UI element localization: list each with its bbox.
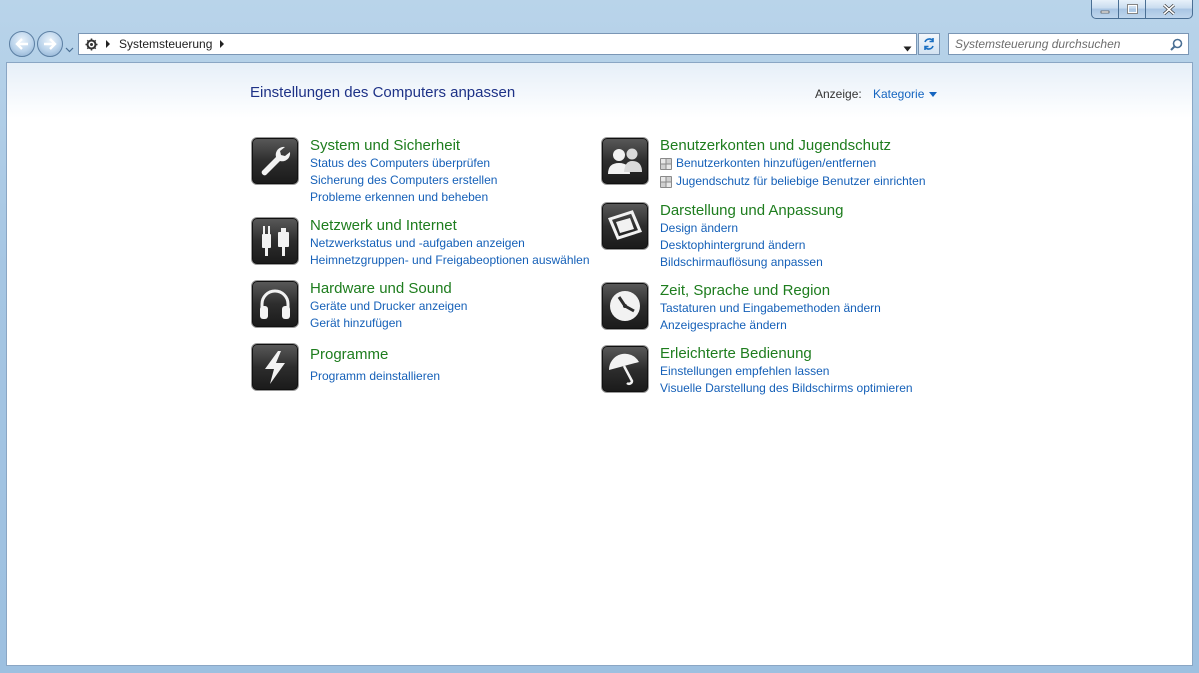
category-link[interactable]: Jugendschutz für beliebige Benutzer einr… [676, 174, 926, 188]
category-title[interactable]: Programme [310, 346, 388, 363]
close-icon [1163, 3, 1175, 15]
category-icon[interactable] [251, 217, 299, 265]
category-link[interactable]: Sicherung des Computers erstellen [310, 173, 497, 187]
category-title[interactable]: Zeit, Sprache und Region [660, 282, 830, 299]
category-link[interactable]: Benutzerkonten hinzufügen/entfernen [676, 156, 876, 170]
category-link[interactable]: Netzwerkstatus und -aufgaben anzeigen [310, 236, 525, 250]
category-title[interactable]: System und Sicherheit [310, 137, 460, 154]
control-panel-icon [84, 37, 98, 51]
category-icon[interactable] [601, 282, 649, 330]
content-pane: Einstellungen des Computers anpassen Anz… [6, 62, 1193, 666]
minimize-icon [1100, 10, 1110, 14]
network-plug-icon [262, 226, 289, 256]
minimize-button[interactable] [1091, 0, 1119, 19]
users-icon [608, 148, 642, 174]
category-title[interactable]: Hardware und Sound [310, 280, 452, 297]
refresh-button[interactable] [918, 33, 940, 55]
umbrella-icon [608, 353, 639, 385]
maximize-button[interactable] [1119, 0, 1146, 19]
address-bar[interactable]: Systemsteuerung [78, 33, 917, 55]
category-link[interactable]: Desktophintergrund ändern [660, 238, 805, 252]
category-icon[interactable] [251, 343, 299, 391]
category-icon[interactable] [251, 280, 299, 328]
view-by-value[interactable]: Kategorie [873, 87, 924, 101]
recent-pages-button[interactable] [65, 41, 74, 53]
shield-icon [660, 176, 672, 188]
category-title[interactable]: Erleichterte Bedienung [660, 345, 812, 362]
category-link[interactable]: Tastaturen und Eingabemethoden ändern [660, 301, 881, 315]
wrench-icon [261, 146, 291, 176]
category-link[interactable]: Design ändern [660, 221, 738, 235]
search-input[interactable] [955, 37, 1165, 51]
category-link[interactable]: Heimnetzgruppen- und Freigabeoptionen au… [310, 253, 590, 267]
page-title: Einstellungen des Computers anpassen [250, 84, 516, 101]
chevron-down-icon [929, 91, 938, 97]
search-box[interactable] [948, 33, 1189, 55]
category-link[interactable]: Geräte und Drucker anzeigen [310, 299, 467, 313]
maximize-icon [1126, 4, 1138, 14]
forward-button[interactable] [37, 31, 63, 57]
category-link[interactable]: Probleme erkennen und beheben [310, 190, 488, 204]
category-title[interactable]: Darstellung und Anpassung [660, 202, 843, 219]
arrow-right-icon [44, 38, 57, 50]
breadcrumb-item[interactable]: Systemsteuerung [119, 37, 212, 51]
category-link[interactable]: Einstellungen empfehlen lassen [660, 364, 829, 378]
clock-icon [610, 291, 640, 321]
navigation-bar: Systemsteuerung [0, 30, 1199, 58]
category-icon[interactable] [251, 137, 299, 185]
window-frame: Systemsteuerung Einstellungen des Comput… [0, 0, 1199, 673]
category-link[interactable]: Anzeigesprache ändern [660, 318, 787, 332]
category-link[interactable]: Bildschirmauflösung anpassen [660, 255, 823, 269]
chevron-down-icon [903, 46, 912, 52]
breadcrumb-arrow-icon[interactable] [105, 39, 113, 49]
lightning-icon [265, 351, 285, 384]
category-icon[interactable] [601, 202, 649, 250]
view-by-dropdown[interactable]: Kategorie [873, 87, 938, 101]
category-link[interactable]: Status des Computers überprüfen [310, 156, 490, 170]
address-history-dropdown[interactable] [903, 40, 912, 52]
arrow-left-icon [15, 38, 28, 50]
search-icon[interactable] [1170, 38, 1183, 51]
close-button[interactable] [1146, 0, 1193, 19]
breadcrumb-arrow-icon[interactable] [219, 39, 227, 49]
chevron-down-icon [65, 47, 74, 53]
category-icon[interactable] [601, 345, 649, 393]
refresh-icon [924, 38, 934, 50]
category-title[interactable]: Netzwerk und Internet [310, 217, 457, 234]
caption-buttons [1091, 0, 1193, 19]
category-link[interactable]: Programm deinstallieren [310, 369, 440, 383]
back-button[interactable] [9, 31, 35, 57]
shield-icon [660, 158, 672, 170]
category-link[interactable]: Visuelle Darstellung des Bildschirms opt… [660, 381, 913, 395]
headphones-icon [260, 289, 290, 319]
category-icon[interactable] [601, 137, 649, 185]
view-by-label: Anzeige: [815, 87, 862, 101]
category-link[interactable]: Gerät hinzufügen [310, 316, 402, 330]
display-frame-icon [607, 210, 643, 240]
category-title[interactable]: Benutzerkonten und Jugendschutz [660, 137, 891, 154]
